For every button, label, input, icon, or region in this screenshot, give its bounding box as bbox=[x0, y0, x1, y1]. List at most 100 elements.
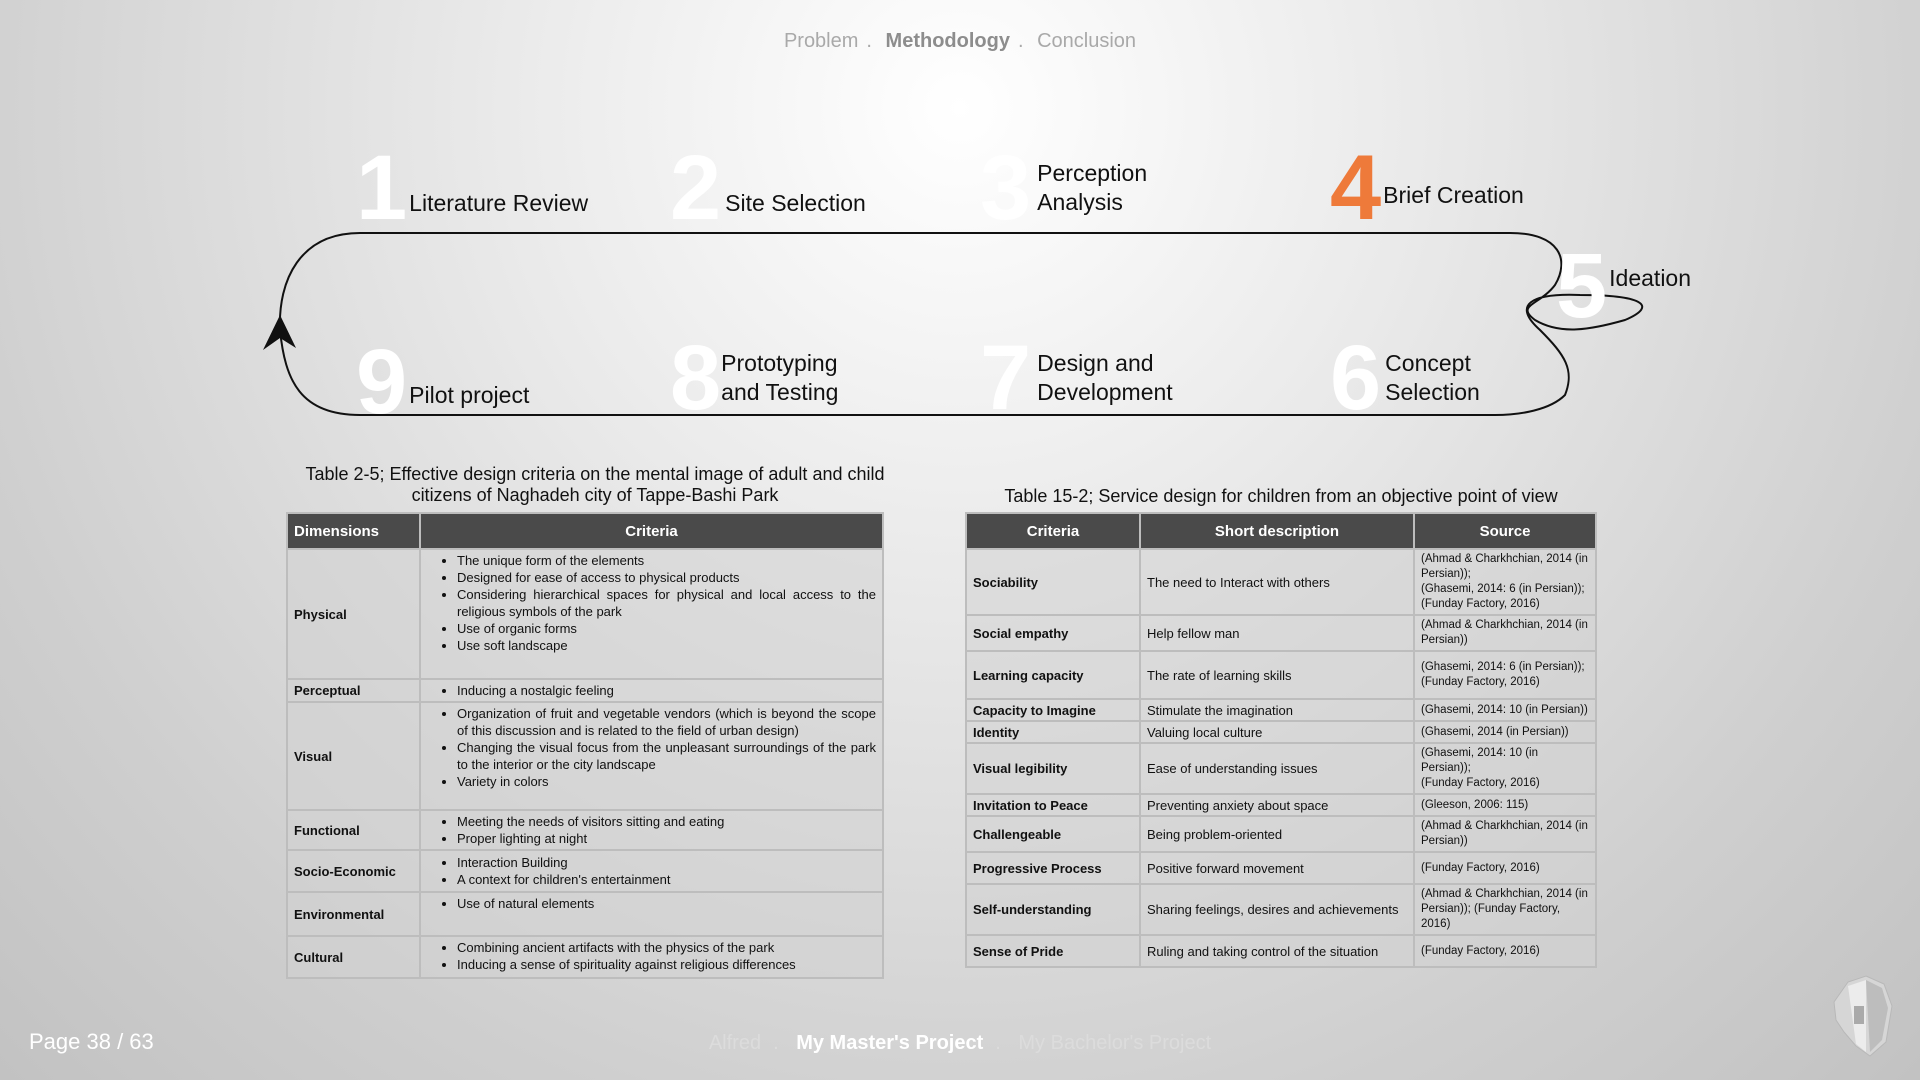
description-cell: Positive forward movement bbox=[1139, 851, 1415, 885]
nav-separator: . bbox=[995, 1032, 1001, 1054]
description-cell: The rate of learning skills bbox=[1139, 650, 1415, 700]
dimension-cell: Functional bbox=[286, 809, 421, 851]
criteria-item: Organization of fruit and vegetable vend… bbox=[457, 705, 876, 739]
step-number: 1 bbox=[356, 137, 407, 239]
table2-header-description: Short description bbox=[1139, 512, 1415, 550]
description-cell: Being problem-oriented bbox=[1139, 815, 1415, 853]
process-loop-diagram bbox=[263, 232, 1644, 416]
step-number: 8 bbox=[670, 327, 721, 429]
criteria-item: Variety in colors bbox=[457, 773, 876, 790]
step-6: 6 Concept Selection bbox=[1330, 327, 1480, 429]
step-number: 7 bbox=[980, 327, 1031, 429]
dimension-cell: Environmental bbox=[286, 891, 421, 937]
step-number: 3 bbox=[980, 137, 1031, 239]
source-cell: (Funday Factory, 2016) bbox=[1413, 934, 1597, 968]
logo-icon bbox=[1833, 975, 1893, 1057]
footer-link-bachelors-project[interactable]: My Bachelor's Project bbox=[1018, 1032, 1211, 1054]
criteria-cell: Self-understanding bbox=[965, 883, 1141, 936]
table-row: Visual Organization of fruit and vegetab… bbox=[286, 701, 884, 811]
table-row: Capacity to Imagine Stimulate the imagina… bbox=[965, 698, 1597, 722]
source-cell: (Ghasemi, 2014: 10 (in Persian)) bbox=[1413, 698, 1597, 722]
criteria-cell: Social empathy bbox=[965, 614, 1141, 652]
step-number: 6 bbox=[1330, 327, 1381, 429]
criteria-item: Use of organic forms bbox=[457, 620, 876, 637]
dimension-cell: Physical bbox=[286, 548, 421, 680]
criteria-cell: Interaction Building A context for child… bbox=[419, 849, 884, 893]
criteria-item: Changing the visual focus from the unple… bbox=[457, 739, 876, 773]
criteria-cell: Sense of Pride bbox=[965, 934, 1141, 968]
table2: Criteria Short description Source Sociab… bbox=[965, 512, 1597, 968]
source-cell: (Ahmad & Charkhchian, 2014 (in Persian))… bbox=[1413, 548, 1597, 616]
criteria-cell: Combining ancient artifacts with the phy… bbox=[419, 935, 884, 979]
description-cell: Stimulate the imagination bbox=[1139, 698, 1415, 722]
description-cell: Valuing local culture bbox=[1139, 720, 1415, 744]
criteria-cell: Learning capacity bbox=[965, 650, 1141, 700]
criteria-cell: Invitation to Peace bbox=[965, 793, 1141, 817]
table-row: Social empathy Help fellow man (Ahmad & Ch… bbox=[965, 614, 1597, 652]
table1-header-dimensions: Dimensions bbox=[286, 512, 421, 550]
criteria-cell: The unique form of the elements Designed… bbox=[419, 548, 884, 680]
step-1: 1 Literature Review bbox=[356, 137, 589, 239]
source-cell: (Ahmad & Charkhchian, 2014 (in Persian)) bbox=[1413, 815, 1597, 853]
criteria-cell: Progressive Process bbox=[965, 851, 1141, 885]
table-row: Perceptual Inducing a nostalgic feeling bbox=[286, 678, 884, 703]
criteria-item: Interaction Building bbox=[457, 854, 876, 871]
table-row: Environmental Use of natural elements bbox=[286, 891, 884, 937]
criteria-cell: Sociability bbox=[965, 548, 1141, 616]
description-cell: The need to Interact with others bbox=[1139, 548, 1415, 616]
criteria-cell: Capacity to Imagine bbox=[965, 698, 1141, 722]
table-row: Cultural Combining ancient artifacts wit… bbox=[286, 935, 884, 979]
criteria-item: Inducing a sense of spirituality against… bbox=[457, 956, 876, 973]
step-5: 5 Ideation bbox=[1556, 240, 1692, 332]
step-label: Ideation bbox=[1609, 264, 1692, 291]
criteria-item: Use soft landscape bbox=[457, 637, 876, 654]
step-8: 8 Prototyping and Testing bbox=[670, 327, 839, 429]
footer-nav: Alfred. My Master's Project. My Bachelor… bbox=[0, 1032, 1920, 1055]
step-number: 2 bbox=[670, 137, 721, 239]
criteria-item: Proper lighting at night bbox=[457, 830, 876, 847]
criteria-item: The unique form of the elements bbox=[457, 552, 876, 569]
step-label: Brief Creation bbox=[1383, 181, 1524, 208]
description-cell: Sharing feelings, desires and achievemen… bbox=[1139, 883, 1415, 936]
source-cell: (Ahmad & Charkhchian, 2014 (in Persian))… bbox=[1413, 883, 1597, 936]
criteria-item: Meeting the needs of visitors sitting an… bbox=[457, 813, 876, 830]
table1-header-criteria: Criteria bbox=[419, 512, 884, 550]
criteria-item: Use of natural elements bbox=[457, 895, 876, 912]
dimension-cell: Cultural bbox=[286, 935, 421, 979]
dimension-cell: Socio-Economic bbox=[286, 849, 421, 893]
loop-arrowhead bbox=[263, 315, 296, 350]
source-cell: (Ghasemi, 2014: 6 (in Persian)); (Funday… bbox=[1413, 650, 1597, 700]
criteria-cell: Meeting the needs of visitors sitting an… bbox=[419, 809, 884, 851]
description-cell: Help fellow man bbox=[1139, 614, 1415, 652]
step-label: Literature Review bbox=[409, 189, 589, 216]
step-7: 7 Design and Development bbox=[980, 327, 1173, 429]
table1: Dimensions Criteria Physical The unique … bbox=[286, 512, 884, 979]
table-row: Functional Meeting the needs of visitors… bbox=[286, 809, 884, 851]
criteria-item: Considering hierarchical spaces for phys… bbox=[457, 586, 876, 620]
criteria-cell: Inducing a nostalgic feeling bbox=[419, 678, 884, 703]
footer-link-alfred[interactable]: Alfred bbox=[709, 1032, 761, 1054]
table-row: Identity Valuing local culture (Ghasemi, 2… bbox=[965, 720, 1597, 744]
step-2: 2 Site Selection bbox=[670, 137, 866, 239]
table2-header-source: Source bbox=[1413, 512, 1597, 550]
step-label: Design and Development bbox=[1037, 350, 1173, 405]
table2-header-criteria: Criteria bbox=[965, 512, 1141, 550]
source-cell: (Ghasemi, 2014: 10 (in Persian)); (Funda… bbox=[1413, 742, 1597, 795]
table2-caption: Table 15-2; Service design for children … bbox=[1004, 486, 1558, 506]
step-label: Pilot project bbox=[409, 381, 530, 408]
table-row: Visual legibility Ease of understanding i… bbox=[965, 742, 1597, 795]
step-label: Prototyping and Testing bbox=[721, 350, 839, 405]
criteria-item: Designed for ease of access to physical … bbox=[457, 569, 876, 586]
table-row: Socio-Economic Interaction Building A co… bbox=[286, 849, 884, 893]
step-4: 4 Brief Creation bbox=[1330, 137, 1524, 239]
footer-link-masters-project[interactable]: My Master's Project bbox=[796, 1032, 983, 1054]
criteria-item: A context for children's entertainment bbox=[457, 871, 876, 888]
table1-caption: Table 2-5; Effective design criteria on … bbox=[305, 464, 885, 505]
dimension-cell: Perceptual bbox=[286, 678, 421, 703]
step-number: 9 bbox=[356, 331, 407, 433]
step-number: 4 bbox=[1330, 137, 1381, 239]
nav-separator: . bbox=[773, 1032, 779, 1054]
dimension-cell: Visual bbox=[286, 701, 421, 811]
table-row: Progressive Process Positive forward move… bbox=[965, 851, 1597, 885]
table-row: Invitation to Peace Preventing anxiety ab… bbox=[965, 793, 1597, 817]
